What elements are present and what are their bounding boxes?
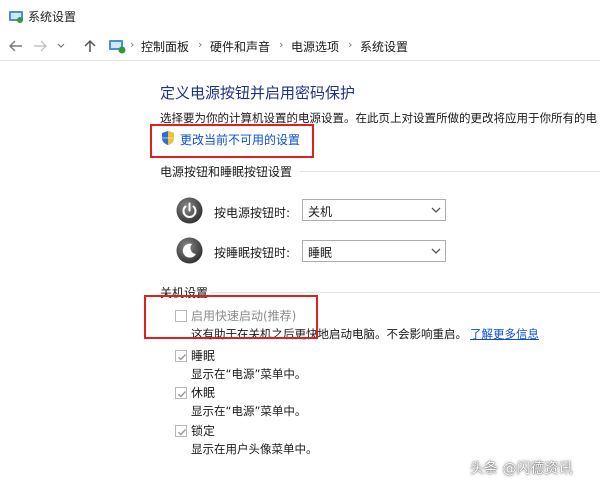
breadcrumb-control-panel[interactable]: 控制面板 [141, 38, 189, 55]
sleep-checkbox[interactable] [175, 350, 187, 362]
highlight-box [144, 295, 318, 339]
breadcrumb-separator: › [130, 38, 135, 51]
window-title: 系统设置 [28, 10, 77, 24]
highlight-box [150, 124, 314, 158]
hibernate-checkbox[interactable] [175, 387, 187, 399]
checkmark-icon [178, 391, 187, 398]
sleep-button-icon [176, 237, 203, 264]
sleep-option-description: 显示在“电源”菜单中。 [191, 367, 307, 381]
breadcrumb-separator: › [198, 38, 203, 51]
section-divider [210, 292, 600, 293]
hibernate-option-label: 休眠 [191, 386, 216, 400]
checkmark-icon [178, 429, 187, 436]
breadcrumb-hardware-sound[interactable]: 硬件和声音 [210, 38, 270, 55]
lock-option-label: 锁定 [191, 424, 216, 438]
arrow-right-icon [34, 40, 47, 52]
power-button-action-select[interactable]: 关机 [302, 199, 446, 221]
breadcrumb-separator: › [279, 38, 284, 51]
power-button-label: 按电源按钮时: [214, 206, 291, 220]
section-divider [300, 171, 600, 172]
lock-checkbox[interactable] [175, 425, 187, 437]
control-panel-icon [8, 8, 24, 24]
breadcrumb-system-settings[interactable]: 系统设置 [360, 38, 408, 55]
breadcrumb-separator: › [348, 38, 353, 51]
sleep-button-action-select[interactable]: 睡眠 [302, 240, 446, 262]
page-title: 定义电源按钮并启用密码保护 [160, 84, 356, 102]
checkmark-icon [178, 354, 187, 361]
chevron-down-icon [431, 207, 441, 213]
watermark: 头条 @闪德资讯 [470, 461, 573, 477]
recent-locations-button[interactable] [54, 36, 68, 56]
breadcrumb-power-options[interactable]: 电源选项 [291, 38, 339, 55]
sleep-option-label: 睡眠 [191, 349, 216, 363]
learn-more-link[interactable]: 了解更多信息 [470, 326, 539, 342]
back-button[interactable] [6, 36, 26, 56]
title-bar [0, 0, 600, 32]
sleep-button-action-value: 睡眠 [308, 246, 333, 260]
forward-button[interactable] [30, 36, 50, 56]
power-buttons-section-heading: 电源按钮和睡眠按钮设置 [160, 165, 293, 179]
arrow-left-icon [9, 40, 22, 52]
lock-option-description: 显示在用户头像菜单中。 [191, 442, 318, 456]
chevron-down-icon [431, 248, 441, 254]
power-button-action-value: 关机 [308, 205, 333, 219]
power-button-icon [176, 197, 203, 224]
sleep-button-label: 按睡眠按钮时: [214, 246, 291, 260]
control-panel-icon [108, 38, 126, 54]
hibernate-option-description: 显示在“电源”菜单中。 [191, 404, 307, 418]
up-button[interactable] [80, 36, 100, 56]
chevron-down-icon [57, 43, 65, 48]
arrow-up-icon [84, 39, 96, 52]
